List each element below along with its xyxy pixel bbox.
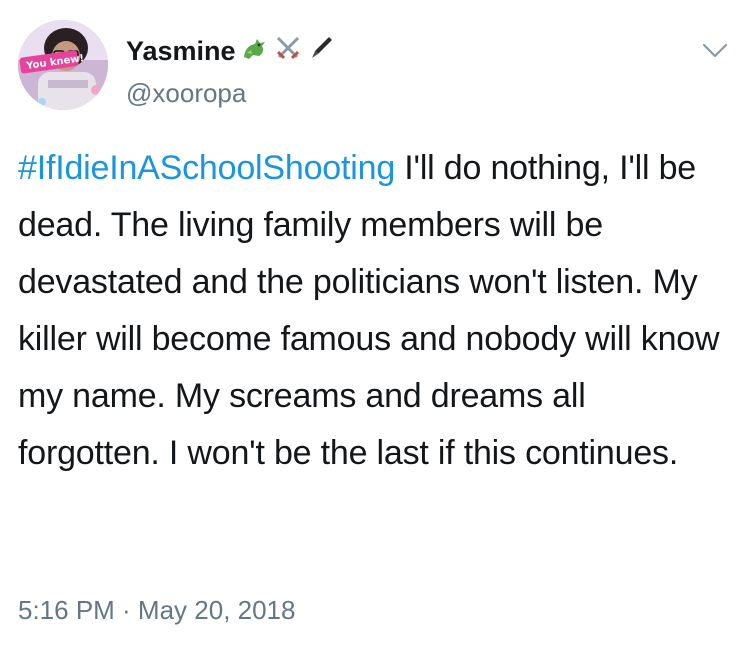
author-name-row[interactable]: Yasmine <box>126 33 339 70</box>
author-handle[interactable]: @xooropa <box>126 78 246 109</box>
tweet-body-text: I'll do nothing, I'll be dead. The livin… <box>18 149 720 472</box>
name-emoji-group <box>239 33 339 70</box>
pen-icon <box>307 34 335 69</box>
hashtag-link[interactable]: #IfIdieInASchoolShooting <box>18 149 395 187</box>
crossed-swords-icon <box>273 33 303 70</box>
avatar[interactable]: You knew! <box>18 20 108 110</box>
tweet-card: You knew! Yasmine @xooropa #IfIdieInASch… <box>0 0 750 649</box>
chevron-down-icon[interactable] <box>700 40 730 60</box>
tweet-text: #IfIdieInASchoolShooting I'll do nothing… <box>18 140 733 482</box>
tweet-timestamp[interactable]: 5:16 PM · May 20, 2018 <box>18 595 295 626</box>
dragon-icon <box>239 33 269 70</box>
display-name[interactable]: Yasmine <box>126 36 236 67</box>
avatar-image: You knew! <box>18 20 108 110</box>
